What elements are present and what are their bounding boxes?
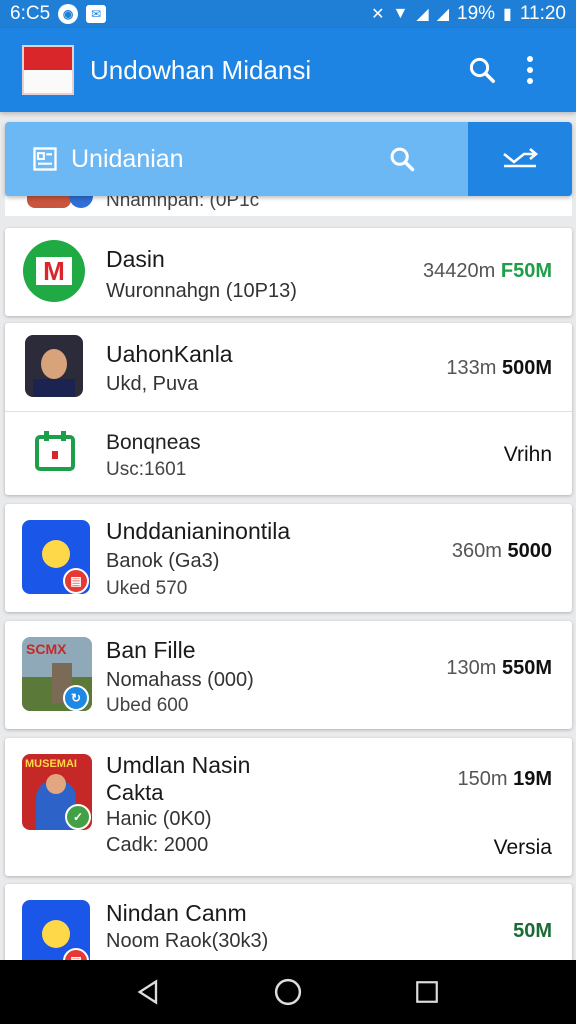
signal-icon-2: ◢ [436, 6, 450, 23]
list-item[interactable]: ▤ Nindan Canm Noom Raok(30k3) 50M [5, 884, 572, 960]
item-title: Bonqneas [106, 431, 201, 454]
item-subtitle: Noom Raok(30k3) [106, 930, 269, 952]
document-icon [31, 145, 59, 173]
list-item[interactable]: UahonKanla Ukd, Puva 133m 500M [5, 323, 572, 411]
item-meta: Vrihn [503, 443, 552, 466]
item-detail: Hanic (0K0) [106, 808, 212, 830]
status-time-left: 6:C5 [10, 3, 51, 24]
list-item[interactable]: Bonqneas Usc:1601 Vrihn [5, 411, 572, 495]
item-meta: 133m 500M [446, 357, 552, 379]
calendar-icon [33, 429, 77, 473]
wifi-icon: ▼ [392, 5, 409, 22]
back-icon [137, 979, 158, 1005]
item-title: UahonKanla [106, 341, 233, 367]
recents-button[interactable] [403, 968, 451, 1016]
app-title: Undowhan Midansi [90, 54, 312, 85]
back-button[interactable] [125, 968, 173, 1016]
item-title: Nindan Canm [106, 900, 247, 926]
item-subtitle: Banok (Ga3) [106, 550, 220, 572]
item-detail-2: Cadk: 2000 [106, 834, 209, 856]
sort-button[interactable] [468, 122, 572, 196]
item-detail: Ubed 600 [106, 695, 189, 716]
app-icon [27, 196, 71, 208]
badge-icon: ✓ [65, 804, 91, 830]
signal-icon: ◢ [416, 6, 429, 23]
mute-icon: ✕ [371, 6, 385, 23]
badge-icon: ▤ [63, 568, 89, 594]
app-bar: Undowhan Midansi [0, 28, 576, 112]
item-subtitle: Ukd, Puva [106, 373, 199, 395]
item-title: Umdlan Nasin [106, 752, 251, 778]
list-item-peek[interactable]: Nhamhpah: (0P1c [5, 196, 572, 216]
sort-icon [503, 148, 539, 168]
battery-icon: ▮ [503, 6, 512, 23]
peek-subtitle: Nhamhpah: (0P1c [106, 196, 260, 211]
battery-percent: 19% [457, 3, 496, 24]
search-icon [469, 57, 495, 83]
item-meta: 360m 5000 [451, 540, 552, 562]
item-detail: Uked 570 [106, 578, 188, 599]
item-subtitle: Nomahass (000) [106, 669, 254, 691]
list-group: UahonKanla Ukd, Puva 133m 500M Bonqneas … [5, 323, 572, 495]
app-list[interactable]: Nhamhpah: (0P1c M Dasin Wuronnahgn (10P1… [0, 196, 576, 960]
list-item[interactable]: MUSEMAI ✓ Umdlan Nasin Cakta Hanic (0K0)… [5, 738, 572, 876]
recents-icon [415, 981, 438, 1003]
item-meta: 50M [513, 920, 552, 942]
home-button[interactable] [264, 968, 312, 1016]
item-meta: 34420m F50M [423, 260, 552, 282]
notification-icon: ◉ [58, 4, 79, 24]
badge-icon: ↻ [63, 685, 89, 711]
item-subtitle: Usc:1601 [106, 459, 187, 480]
list-item[interactable]: ▤ Unddanianinontila Banok (Ga3) Uked 570… [5, 504, 572, 612]
list-item[interactable]: SCMX ↻ Ban Fille Nomahass (000) Ubed 600… [5, 621, 572, 729]
status-bar: 6:C5 ◉ ✉ ✕ ▼ ◢ ◢ 19% ▮ 11:20 [0, 0, 576, 28]
gmail-icon: M [23, 240, 85, 302]
overflow-menu-button[interactable] [506, 46, 554, 94]
search-button[interactable] [458, 46, 506, 94]
item-title: Unddanianinontila [106, 518, 291, 544]
item-subtitle: Cakta [106, 780, 164, 805]
status-time-right: 11:20 [519, 3, 566, 24]
filter-search-button[interactable] [374, 122, 430, 196]
item-meta: 130m 550M [446, 657, 552, 679]
home-icon [274, 978, 302, 1006]
search-icon [390, 147, 415, 172]
album-art-icon [25, 335, 83, 397]
item-meta: 150m 19M [457, 768, 553, 790]
item-subtitle: Wuronnahgn (10P13) [106, 280, 297, 302]
more-vert-icon [527, 56, 533, 84]
item-title: Ban Fille [106, 637, 196, 663]
message-icon: ✉ [86, 5, 107, 23]
filter-bar[interactable]: Unidanian [5, 122, 572, 196]
item-version: Versia [493, 836, 552, 859]
filter-label: Unidanian [71, 144, 184, 173]
badge-icon [69, 196, 93, 208]
list-item[interactable]: M Dasin Wuronnahgn (10P13) 34420m F50M [5, 228, 572, 316]
item-title: Dasin [106, 246, 165, 272]
system-nav-bar [0, 960, 576, 1024]
flag-icon [22, 45, 74, 95]
